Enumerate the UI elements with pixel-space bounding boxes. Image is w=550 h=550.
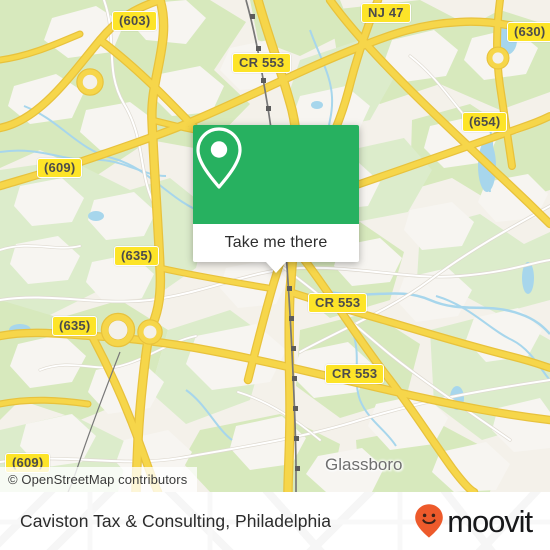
road-shield-label: (609) — [44, 160, 76, 175]
road-shield: (603) — [112, 11, 158, 31]
map-pin-icon — [196, 127, 242, 189]
road-shield-label: (630) — [514, 24, 546, 39]
moovit-logo[interactable]: moovit — [414, 503, 533, 539]
road-shield: CR 553 — [325, 364, 385, 384]
road-shield-label: NJ 47 — [368, 5, 404, 20]
road-shield: (654) — [462, 112, 508, 132]
page-title: Caviston Tax & Consulting, Philadelphia — [20, 510, 331, 531]
footer-bar: Caviston Tax & Consulting, Philadelphia … — [0, 492, 550, 550]
road-shield: CR 553 — [232, 53, 292, 73]
attribution-text: © OpenStreetMap contributors — [8, 472, 188, 487]
road-shield: CR 553 — [308, 293, 368, 313]
place-label: Glassboro — [325, 455, 402, 475]
road-shield: (609) — [37, 158, 83, 178]
moovit-smiley-pin-icon — [415, 504, 444, 538]
road-shield-label: (635) — [121, 248, 153, 263]
moovit-map-screenshot: .lg{fill:#d7e9bd} .lg2{fill:#dceccb} .wh… — [0, 0, 550, 550]
take-me-there-label: Take me there — [224, 234, 328, 251]
popup-action-area[interactable]: Take me there — [193, 224, 359, 273]
place-label-text: Glassboro — [325, 455, 403, 474]
road-shield-label: CR 553 — [315, 295, 361, 310]
road-shield: NJ 47 — [361, 3, 411, 23]
road-shield-label: (603) — [119, 13, 151, 28]
road-shield-label: (635) — [59, 318, 91, 333]
road-shield: (635) — [52, 316, 98, 336]
location-popup-card[interactable]: Take me there — [193, 125, 359, 273]
road-shield-label: CR 553 — [239, 55, 285, 70]
road-shield: (630) — [507, 22, 550, 42]
road-shield-label: CR 553 — [332, 366, 378, 381]
road-shield: (635) — [114, 246, 160, 266]
map-canvas[interactable]: .lg{fill:#d7e9bd} .lg2{fill:#dceccb} .wh… — [0, 0, 550, 492]
popup-image-area — [193, 125, 359, 224]
popup-pointer — [266, 262, 286, 273]
map-attribution[interactable]: © OpenStreetMap contributors — [0, 467, 198, 492]
moovit-wordmark: moovit — [447, 503, 533, 539]
road-shield-label: (654) — [469, 114, 501, 129]
